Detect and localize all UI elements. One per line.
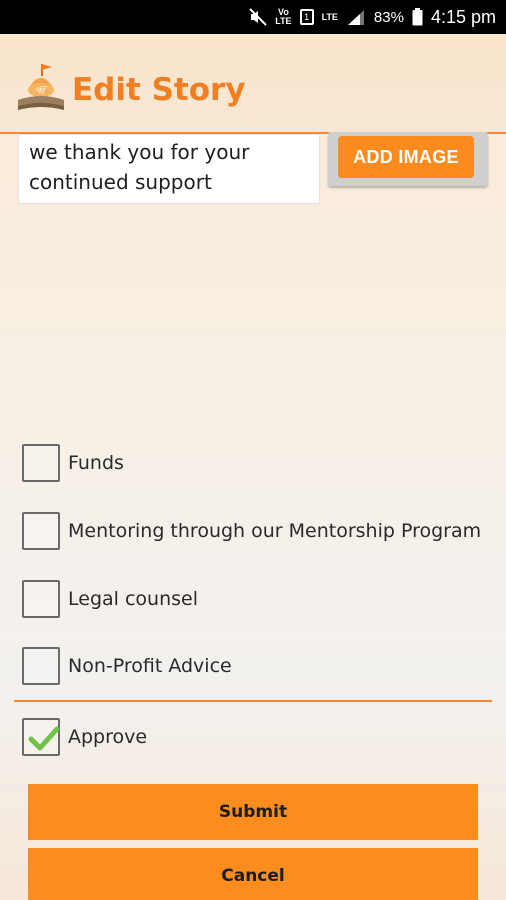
checkbox-label: Non-Profit Advice bbox=[68, 655, 232, 677]
add-image-button[interactable]: ADD IMAGE bbox=[338, 136, 474, 178]
checkbox-row-mentoring[interactable]: Mentoring through our Mentorship Program bbox=[22, 512, 481, 550]
battery-icon bbox=[412, 8, 423, 26]
checkbox[interactable] bbox=[22, 512, 60, 550]
submit-button[interactable]: Submit bbox=[28, 784, 478, 840]
checkbox-row-funds[interactable]: Funds bbox=[22, 444, 124, 482]
divider bbox=[14, 700, 492, 702]
checkbox-row-nonprofit[interactable]: Non-Profit Advice bbox=[22, 647, 232, 685]
checkbox-label: Funds bbox=[68, 452, 124, 474]
checkbox-label: Approve bbox=[68, 726, 148, 748]
sim-icon: 1 bbox=[299, 9, 314, 25]
mute-icon bbox=[249, 8, 267, 26]
page-title: Edit Story bbox=[72, 72, 246, 108]
checkbox[interactable] bbox=[22, 647, 60, 685]
check-icon bbox=[28, 726, 60, 751]
checkbox[interactable] bbox=[22, 580, 60, 618]
checkbox-row-approve[interactable]: Approve bbox=[22, 718, 147, 756]
clock: 4:15 pm bbox=[430, 6, 496, 27]
story-text-input[interactable]: we thank you for your continued support bbox=[18, 134, 320, 204]
checkbox-row-legal[interactable]: Legal counsel bbox=[22, 580, 198, 618]
status-bar: Vo LTE 1 LTE 83% 4:15 pm bbox=[0, 0, 506, 34]
approve-checkbox[interactable] bbox=[22, 718, 60, 756]
add-image-container: ADD IMAGE bbox=[328, 132, 488, 186]
signal-icon bbox=[346, 8, 366, 26]
battery-percent: 83% bbox=[373, 8, 404, 26]
lte-signal-icon: LTE bbox=[321, 11, 338, 22]
cancel-button[interactable]: Cancel bbox=[28, 848, 478, 900]
checkbox-label: Mentoring through our Mentorship Program bbox=[68, 520, 482, 542]
checkbox-label: Legal counsel bbox=[68, 588, 198, 610]
app-header: ੴ Edit Story bbox=[0, 34, 506, 134]
temple-logo-icon: ੴ bbox=[14, 62, 68, 114]
volte-icon: Vo LTE bbox=[275, 7, 292, 26]
checkbox[interactable] bbox=[22, 444, 60, 482]
